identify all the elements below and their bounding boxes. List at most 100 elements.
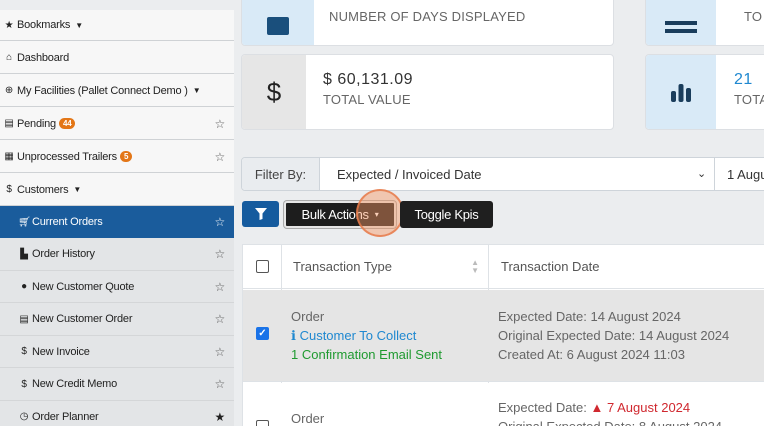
row-type: Order bbox=[291, 309, 325, 324]
sidebar-item-label: New Customer Order bbox=[32, 313, 133, 325]
header-transaction-type[interactable]: Transaction Type ▲ ▼ bbox=[293, 245, 483, 289]
kpi-card-total-value: $ $ 60,131.09 TOTAL VALUE bbox=[241, 54, 614, 130]
kpi-count-icon-panel bbox=[646, 55, 716, 129]
favorite-star-icon[interactable]: ☆ bbox=[214, 377, 225, 391]
row-checkbox[interactable] bbox=[256, 420, 269, 426]
sidebar-item-unprocessed-trailers[interactable]: ▦ Unprocessed Trailers 5 ☆ bbox=[0, 141, 234, 173]
sidebar-item-order-planner[interactable]: ◷ Order Planner ★ bbox=[0, 401, 234, 426]
sidebar-item-label: Order Planner bbox=[32, 410, 99, 423]
toggle-kpis-button[interactable]: Toggle Kpis bbox=[400, 201, 493, 228]
table-row[interactable]: ✓ Order ℹ Customer To Collect 1 Confirma… bbox=[243, 290, 764, 382]
sidebar-item-new-invoice[interactable]: $ New Invoice ☆ bbox=[0, 336, 234, 368]
collect-label: Customer To Collect bbox=[299, 328, 417, 343]
list-icon: ▤ bbox=[19, 313, 29, 325]
sidebar-item-label: Dashboard bbox=[17, 51, 70, 64]
sidebar-item-label: My Facilities (Pallet Connect Demo ) bbox=[17, 84, 188, 97]
row-type: Order bbox=[291, 411, 325, 426]
filter-label: Filter By: bbox=[242, 158, 320, 190]
sidebar-item-label: Current Orders bbox=[32, 216, 103, 228]
home-icon: ⌂ bbox=[6, 52, 12, 63]
original-expected-date: Original Expected Date: 8 August 2024 bbox=[498, 417, 722, 426]
filter-button[interactable] bbox=[242, 201, 279, 227]
sidebar: ★ Bookmarks ▼ ⌂ Dashboard ⊕ My Facilitie… bbox=[0, 10, 234, 426]
info-icon: ℹ bbox=[291, 328, 296, 343]
kpi-card-days: NUMBER OF DAYS DISPLAYED bbox=[241, 0, 614, 46]
file-icon: ▙ bbox=[20, 248, 28, 260]
confirmation-email-status: 1 Confirmation Email Sent bbox=[291, 347, 443, 362]
select-all-checkbox[interactable] bbox=[256, 260, 269, 273]
clipboard-icon: ▤ bbox=[4, 118, 14, 129]
table-row[interactable]: Order Expected Date: ▲ 7 August 2024 Ori… bbox=[243, 383, 764, 426]
caret-down-icon: ▼ bbox=[75, 20, 83, 30]
funnel-icon bbox=[254, 208, 267, 220]
click-highlight bbox=[356, 189, 404, 237]
star-icon: ★ bbox=[4, 19, 14, 31]
favorite-star-icon[interactable]: ☆ bbox=[214, 345, 225, 359]
calendar-icon bbox=[267, 17, 289, 35]
favorite-star-icon[interactable]: ☆ bbox=[214, 247, 225, 261]
globe-icon: ⊕ bbox=[4, 85, 14, 96]
sidebar-item-new-credit-memo[interactable]: $ New Credit Memo ☆ bbox=[0, 368, 234, 401]
chevron-down-icon[interactable]: ⌄ bbox=[697, 167, 706, 180]
sidebar-item-label: Bookmarks bbox=[17, 19, 71, 31]
sidebar-item-new-customer-quote[interactable]: ● New Customer Quote ☆ bbox=[0, 271, 234, 303]
kpi-days-label: NUMBER OF DAYS DISPLAYED bbox=[329, 9, 526, 24]
dollar-icon: $ bbox=[6, 184, 12, 195]
sidebar-item-customers[interactable]: $ Customers ▼ bbox=[0, 174, 234, 206]
favorite-star-icon[interactable]: ☆ bbox=[214, 117, 225, 131]
cart-icon: 🛒︎ bbox=[18, 216, 31, 228]
sidebar-item-label: Order History bbox=[32, 248, 95, 260]
original-expected-date: Original Expected Date: 14 August 2024 bbox=[498, 328, 730, 343]
truck-icon: ▦ bbox=[4, 151, 14, 162]
favorite-star-filled-icon[interactable]: ★ bbox=[214, 410, 225, 424]
header-transaction-date[interactable]: Transaction Date bbox=[501, 245, 761, 289]
created-at: Created At: 6 August 2024 11:03 bbox=[498, 347, 685, 362]
favorite-star-icon[interactable]: ☆ bbox=[214, 312, 225, 326]
clock-icon: ◷ bbox=[19, 411, 29, 422]
sidebar-item-label: New Customer Quote bbox=[32, 280, 135, 293]
sidebar-item-current-orders[interactable]: 🛒︎ Current Orders ☆ bbox=[0, 206, 234, 238]
sort-icon[interactable]: ▲ ▼ bbox=[471, 258, 479, 275]
dollar-icon: $ bbox=[21, 346, 27, 357]
sidebar-item-label: Customers bbox=[17, 183, 69, 196]
sidebar-item-bookmarks[interactable]: ★ Bookmarks ▼ bbox=[0, 10, 234, 41]
customer-to-collect-link[interactable]: ℹ Customer To Collect bbox=[291, 326, 416, 345]
sidebar-item-new-customer-order[interactable]: ▤ New Customer Order ☆ bbox=[0, 303, 234, 336]
expected-date-value: 7 August 2024 bbox=[607, 400, 691, 415]
kpi-total-value-label: TOTAL VALUE bbox=[323, 92, 411, 107]
filter-select[interactable]: Expected / Invoiced Date bbox=[337, 167, 482, 182]
bar-chart-icon bbox=[671, 84, 691, 102]
favorite-star-icon[interactable]: ☆ bbox=[214, 280, 225, 294]
filter-bar: Filter By: Expected / Invoiced Date ⌄ 1 … bbox=[241, 157, 764, 191]
unprocessed-count-badge: 5 bbox=[119, 151, 133, 162]
kpi-top-right-label: TO bbox=[744, 9, 763, 24]
caret-down-icon: ▼ bbox=[73, 185, 82, 194]
kpi-total-value: $ 60,131.09 bbox=[323, 71, 414, 88]
expected-date: Expected Date: ▲ 7 August 2024 bbox=[498, 398, 690, 417]
expected-date-label: Expected Date: bbox=[498, 400, 587, 415]
kpi-count-value: 21 bbox=[734, 71, 753, 88]
sidebar-item-my-facilities[interactable]: ⊕ My Facilities (Pallet Connect Demo ) ▼ bbox=[0, 75, 234, 107]
warning-icon: ▲ bbox=[590, 400, 604, 415]
sidebar-item-pending[interactable]: ▤ Pending 44 ☆ bbox=[0, 108, 234, 140]
sidebar-item-order-history[interactable]: ▙ Order History ☆ bbox=[0, 238, 234, 271]
kpi-days-icon-panel bbox=[242, 0, 314, 45]
expected-date: Expected Date: 14 August 2024 bbox=[498, 309, 681, 324]
row-checkbox[interactable]: ✓ bbox=[256, 327, 269, 340]
favorite-star-icon[interactable]: ☆ bbox=[214, 215, 225, 229]
sidebar-item-label: Pending bbox=[17, 117, 56, 130]
sidebar-item-label: Unprocessed Trailers bbox=[17, 150, 117, 163]
kpi-value-icon-panel: $ bbox=[242, 55, 306, 129]
comment-icon: ● bbox=[21, 281, 27, 292]
kpi-count-label: TOTA bbox=[734, 92, 764, 107]
dollar-icon: $ bbox=[21, 378, 27, 390]
kpi-card-top-right: TO bbox=[645, 0, 764, 46]
sidebar-item-label: New Invoice bbox=[32, 345, 90, 358]
orders-table: Transaction Type ▲ ▼ Transaction Date ✓ O… bbox=[242, 244, 764, 426]
filter-date-input[interactable]: 1 Augu bbox=[714, 158, 764, 190]
sidebar-item-dashboard[interactable]: ⌂ Dashboard bbox=[0, 42, 234, 74]
favorite-star-icon[interactable]: ☆ bbox=[214, 150, 225, 164]
sidebar-item-label: New Credit Memo bbox=[32, 378, 118, 390]
caret-down-icon: ▼ bbox=[192, 86, 201, 95]
kpi-card-count: 21 TOTA bbox=[645, 54, 764, 130]
